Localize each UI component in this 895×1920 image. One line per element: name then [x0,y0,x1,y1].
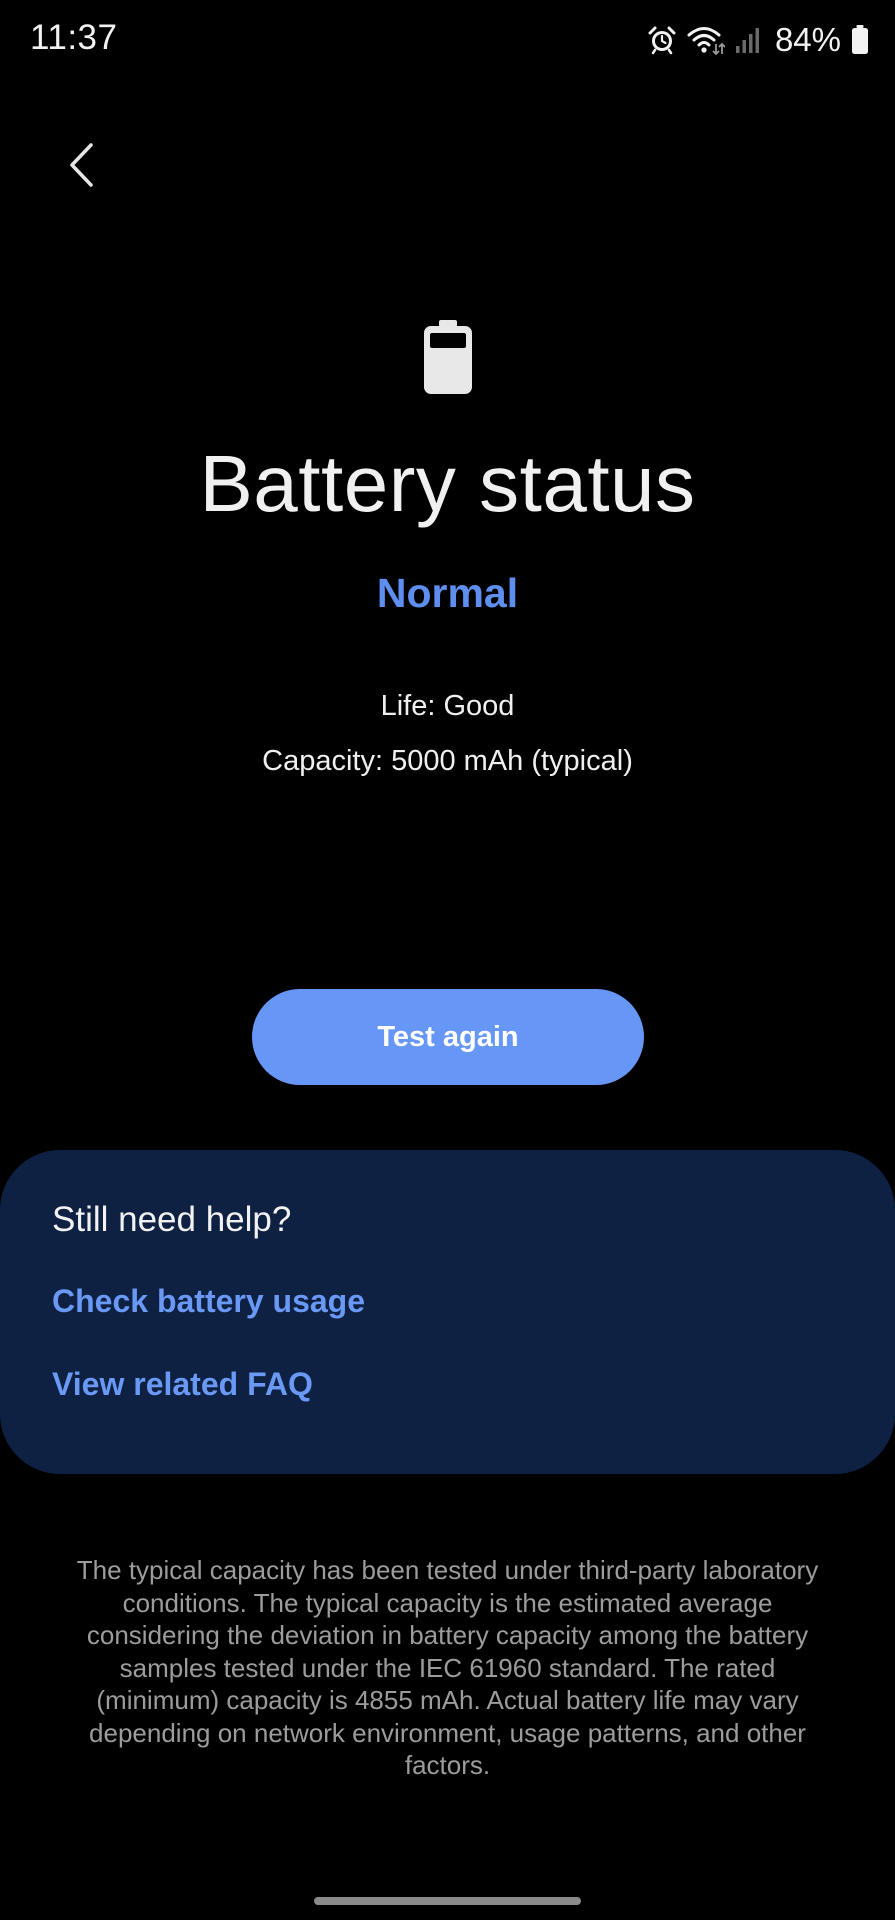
status-icons: 84% [647,20,869,60]
back-button[interactable] [52,132,112,202]
battery-icon [851,25,869,55]
battery-status-value: Normal [376,570,519,616]
view-related-faq-link[interactable]: View related FAQ [52,1366,313,1403]
test-again-button[interactable]: Test again [252,989,644,1085]
capacity-disclaimer: The typical capacity has been tested und… [76,1555,819,1780]
chevron-left-icon [67,142,97,193]
alarm-icon [647,25,677,55]
check-battery-usage-link[interactable]: Check battery usage [52,1283,365,1320]
battery-life: Life: Good [380,690,515,722]
battery-percent: 84% [774,21,841,58]
battery-capacity: Capacity: 5000 mAh (typical) [262,745,633,777]
page-title: Battery status [199,439,696,528]
status-bar: 11:37 84% [0,0,895,78]
help-card-title: Still need help? [52,1200,292,1239]
battery-status-icon [422,320,474,396]
wifi-icon [687,24,725,56]
status-time: 11:37 [30,18,118,57]
cell-signal-icon [735,26,761,54]
home-indicator[interactable] [314,1897,581,1905]
help-card: Still need help? Check battery usage Vie… [0,1150,895,1474]
